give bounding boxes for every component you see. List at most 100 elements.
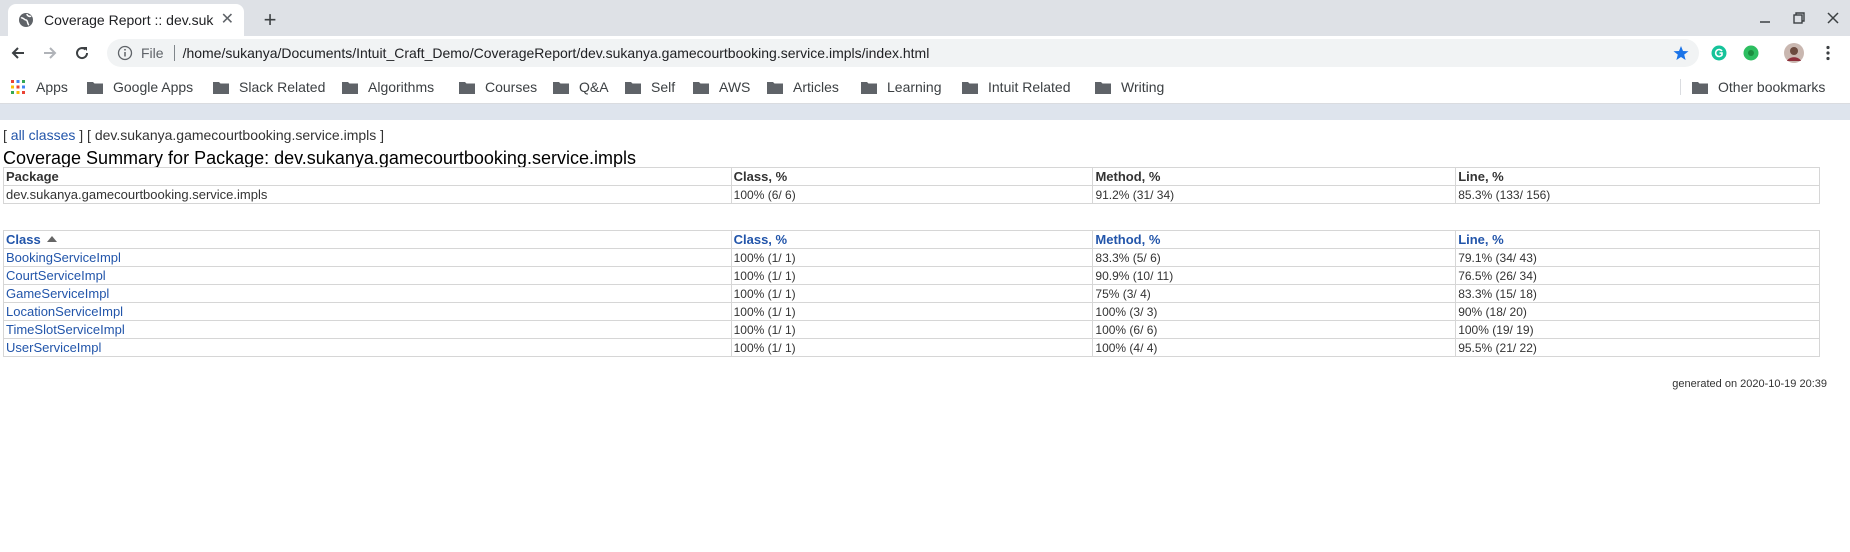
class-coverage-table: Class Class, % Method, % Line, % Booking… bbox=[3, 230, 1820, 357]
browser-tab-active[interactable]: Coverage Report :: dev.sukanya.gamecourt… bbox=[8, 4, 244, 36]
class-coverage-cell: 100% (6/ 6) bbox=[730, 185, 1094, 204]
back-button[interactable] bbox=[6, 41, 30, 65]
bookmark-folder-slack-related[interactable]: Slack Related bbox=[213, 78, 325, 96]
bookmark-label: Q&A bbox=[579, 79, 609, 95]
url-text[interactable]: /home/sukanya/Documents/Intuit_Craft_Dem… bbox=[183, 45, 930, 61]
class-link[interactable]: BookingServiceImpl bbox=[3, 248, 732, 267]
class-link[interactable]: CourtServiceImpl bbox=[3, 266, 732, 285]
table-row: UserServiceImpl 100% (1/ 1) 100% (4/ 4) … bbox=[3, 338, 1820, 357]
class-link[interactable]: GameServiceImpl bbox=[3, 284, 732, 303]
table-row: BookingServiceImpl 100% (1/ 1) 83.3% (5/… bbox=[3, 248, 1820, 267]
tab-strip: Coverage Report :: dev.sukanya.gamecourt… bbox=[0, 0, 1850, 36]
class-link[interactable]: LocationServiceImpl bbox=[3, 302, 732, 321]
page-title: Coverage Summary for Package: dev.sukany… bbox=[3, 148, 636, 168]
line-coverage-cell: 83.3% (15/ 18) bbox=[1455, 284, 1820, 303]
reload-icon bbox=[76, 47, 89, 60]
bookmark-label: Writing bbox=[1121, 79, 1165, 95]
sort-header-class-pct[interactable]: Class, % bbox=[730, 230, 1094, 249]
restore-window-button[interactable] bbox=[1787, 6, 1811, 30]
method-coverage-cell: 75% (3/ 4) bbox=[1092, 284, 1457, 303]
bookmark-apps[interactable]: Apps bbox=[10, 78, 68, 96]
method-coverage-cell: 100% (4/ 4) bbox=[1092, 338, 1457, 357]
close-window-button[interactable] bbox=[1821, 6, 1845, 30]
table-header-row: Class Class, % Method, % Line, % bbox=[3, 230, 1820, 249]
all-classes-link[interactable]: all classes bbox=[11, 127, 76, 143]
bookmark-label: Apps bbox=[36, 79, 68, 95]
close-tab-icon[interactable]: ✕ bbox=[221, 12, 234, 28]
address-bar[interactable]: File /home/sukanya/Documents/Intuit_Craf… bbox=[107, 39, 1699, 67]
table-row: dev.sukanya.gamecourtbooking.service.imp… bbox=[3, 185, 1820, 204]
method-coverage-cell: 91.2% (31/ 34) bbox=[1092, 185, 1457, 204]
column-header-line-pct: Line, % bbox=[1455, 167, 1820, 186]
bookmark-folder-courses[interactable]: Courses bbox=[459, 78, 537, 96]
method-coverage-cell: 90.9% (10/ 11) bbox=[1092, 266, 1457, 285]
method-coverage-cell: 100% (3/ 3) bbox=[1092, 302, 1457, 321]
bookmark-folder-aws[interactable]: AWS bbox=[693, 78, 750, 96]
folder-icon bbox=[962, 80, 978, 94]
breadcrumb-bracket: [ bbox=[3, 127, 7, 143]
new-tab-button[interactable]: + bbox=[256, 6, 284, 34]
table-header-row: Package Class, % Method, % Line, % bbox=[3, 167, 1820, 186]
bookmark-label: Algorithms bbox=[368, 79, 435, 95]
line-coverage-cell: 76.5% (26/ 34) bbox=[1455, 266, 1820, 285]
class-coverage-cell: 100% (1/ 1) bbox=[730, 338, 1094, 357]
folder-icon bbox=[553, 80, 569, 94]
generated-timestamp: generated on 2020-10-19 20:39 bbox=[1672, 378, 1827, 390]
browser-menu-icon[interactable] bbox=[1818, 43, 1838, 63]
tab-title: Coverage Report :: dev.sukanya.gamecourt… bbox=[44, 12, 214, 28]
url-separator bbox=[173, 45, 175, 61]
bookmark-folder-algorithms[interactable]: Algorithms bbox=[342, 78, 434, 96]
line-coverage-cell: 95.5% (21/ 22) bbox=[1455, 338, 1820, 357]
reload-button[interactable] bbox=[70, 41, 94, 65]
line-coverage-cell: 90% (18/ 20) bbox=[1455, 302, 1820, 321]
folder-icon bbox=[459, 80, 475, 94]
bookmark-folder-self[interactable]: Self bbox=[625, 78, 675, 96]
minimize-window-button[interactable] bbox=[1753, 6, 1777, 30]
class-link[interactable]: UserServiceImpl bbox=[3, 338, 732, 357]
breadcrumb: [ all classes ] [ dev.sukanya.gamecourtb… bbox=[3, 127, 384, 143]
bookmarks-divider bbox=[1680, 79, 1681, 95]
bookmarks-bar: Apps Google Apps Slack Related Algorithm… bbox=[0, 70, 1850, 104]
bookmark-folder-articles[interactable]: Articles bbox=[767, 78, 839, 96]
breadcrumb-current-package: dev.sukanya.gamecourtbooking.service.imp… bbox=[94, 127, 377, 143]
sort-header-class[interactable]: Class bbox=[3, 230, 732, 249]
sort-header-line-pct[interactable]: Line, % bbox=[1455, 230, 1820, 249]
evernote-extension-icon[interactable] bbox=[1741, 43, 1761, 63]
class-coverage-cell: 100% (1/ 1) bbox=[730, 320, 1094, 339]
folder-icon bbox=[342, 80, 358, 94]
column-header-method-pct: Method, % bbox=[1092, 167, 1457, 186]
bookmark-folder-writing[interactable]: Writing bbox=[1095, 78, 1164, 96]
sort-ascending-icon bbox=[46, 235, 57, 242]
info-icon[interactable] bbox=[117, 45, 133, 61]
page-header-strip bbox=[0, 104, 1850, 120]
arrow-left-icon bbox=[11, 47, 24, 59]
column-header-class-pct: Class, % bbox=[730, 167, 1094, 186]
folder-icon bbox=[693, 80, 709, 94]
forward-button[interactable] bbox=[38, 41, 62, 65]
class-coverage-cell: 100% (1/ 1) bbox=[730, 284, 1094, 303]
line-coverage-cell: 85.3% (133/ 156) bbox=[1455, 185, 1820, 204]
table-row: TimeSlotServiceImpl 100% (1/ 1) 100% (6/… bbox=[3, 320, 1820, 339]
method-coverage-cell: 83.3% (5/ 6) bbox=[1092, 248, 1457, 267]
bookmark-star-icon[interactable] bbox=[1671, 43, 1691, 63]
bookmark-folder-qa[interactable]: Q&A bbox=[553, 78, 609, 96]
profile-avatar[interactable] bbox=[1784, 43, 1804, 63]
other-bookmarks-label: Other bookmarks bbox=[1718, 79, 1826, 95]
table-row: CourtServiceImpl 100% (1/ 1) 90.9% (10/ … bbox=[3, 266, 1820, 285]
grammarly-extension-icon[interactable] bbox=[1709, 43, 1729, 63]
class-link[interactable]: TimeSlotServiceImpl bbox=[3, 320, 732, 339]
bookmark-label: Learning bbox=[887, 79, 942, 95]
breadcrumb-bracket: ] [ bbox=[79, 127, 91, 143]
bookmark-other-bookmarks[interactable]: Other bookmarks bbox=[1692, 78, 1825, 96]
url-scheme: File bbox=[141, 45, 164, 61]
sort-header-method-pct[interactable]: Method, % bbox=[1092, 230, 1457, 249]
bookmark-folder-intuit-related[interactable]: Intuit Related bbox=[962, 78, 1071, 96]
bookmark-label: Intuit Related bbox=[988, 79, 1071, 95]
bookmark-folder-google-apps[interactable]: Google Apps bbox=[87, 78, 193, 96]
class-coverage-cell: 100% (1/ 1) bbox=[730, 302, 1094, 321]
bookmark-folder-learning[interactable]: Learning bbox=[861, 78, 942, 96]
folder-icon bbox=[767, 80, 783, 94]
package-name-cell: dev.sukanya.gamecourtbooking.service.imp… bbox=[3, 185, 732, 204]
globe-icon bbox=[18, 12, 34, 28]
folder-icon bbox=[1095, 80, 1111, 94]
